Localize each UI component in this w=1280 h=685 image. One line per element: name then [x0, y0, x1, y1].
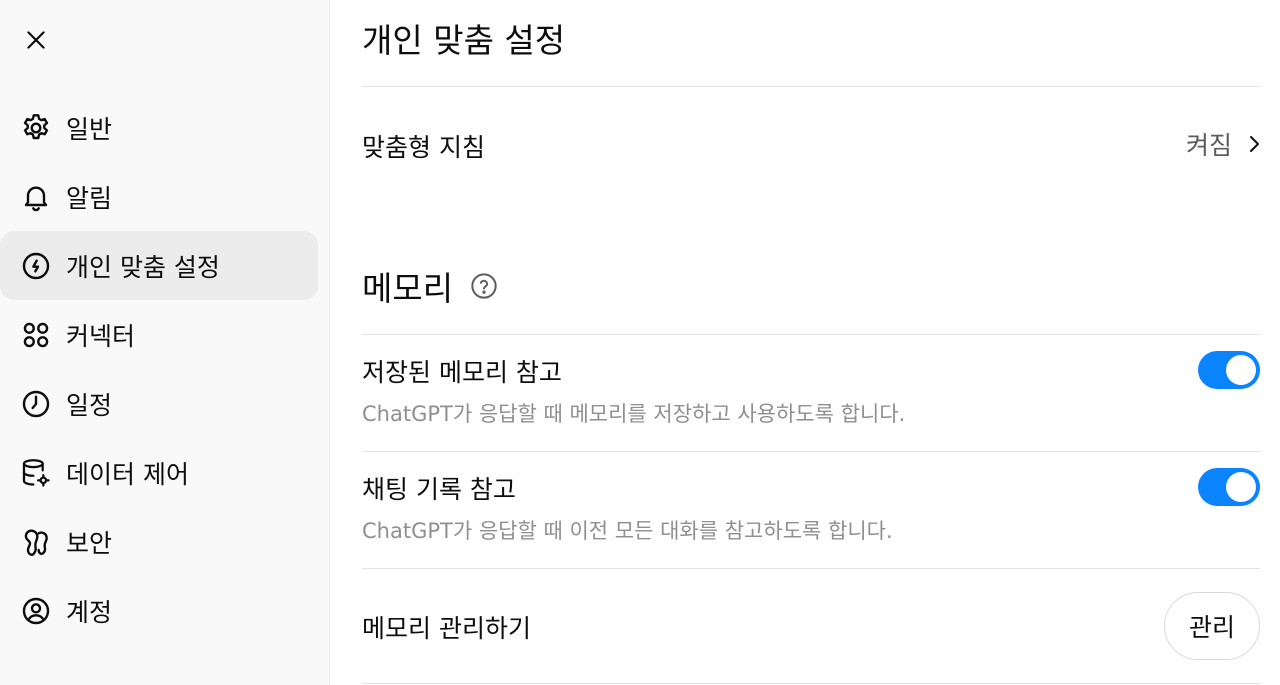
toggle-knob: [1226, 472, 1256, 502]
connectors-icon: [20, 319, 52, 351]
close-button[interactable]: [16, 20, 56, 60]
page-title: 개인 맞춤 설정: [362, 21, 566, 60]
database-gear-icon: [20, 457, 52, 489]
help-icon[interactable]: [469, 271, 499, 301]
saved-memory-description: ChatGPT가 응답할 때 메모리를 저장하고 사용하도록 합니다.: [362, 402, 906, 426]
sidebar-item-label: 일정: [66, 390, 113, 420]
sidebar-item-label: 커넥터: [66, 321, 136, 351]
sidebar-item-notifications[interactable]: 알림: [0, 162, 318, 231]
security-icon: [20, 526, 52, 558]
chat-history-toggle[interactable]: [1198, 468, 1260, 506]
toggle-knob: [1226, 355, 1256, 385]
sidebar-item-general[interactable]: 일반: [0, 93, 318, 162]
sidebar-item-label: 일반: [66, 114, 113, 144]
settings-sidebar: 일반 알림 개인 맞춤 설정 커넥터 일정 데이터 제어 보안 계정: [0, 0, 330, 685]
sidebar-item-label: 데이터 제어: [66, 459, 189, 489]
sidebar-item-label: 계정: [66, 597, 113, 627]
settings-modal: 일반 알림 개인 맞춤 설정 커넥터 일정 데이터 제어 보안 계정 개인 맞춤…: [0, 0, 1280, 685]
sidebar-item-personalization[interactable]: 개인 맞춤 설정: [0, 231, 318, 300]
divider: [362, 451, 1260, 452]
saved-memory-toggle[interactable]: [1198, 351, 1260, 389]
sidebar-item-account[interactable]: 계정: [0, 576, 318, 645]
custom-instructions-button[interactable]: 켜짐: [1186, 126, 1264, 162]
custom-instructions-label: 맞춤형 지침: [362, 133, 485, 162]
sidebar-item-label: 개인 맞춤 설정: [66, 252, 220, 282]
memory-section-header: 메모리: [362, 262, 499, 310]
bell-icon: [20, 181, 52, 213]
sidebar-item-schedule[interactable]: 일정: [0, 369, 318, 438]
saved-memory-label: 저장된 메모리 참고: [362, 358, 562, 387]
custom-instructions-status: 켜짐: [1185, 131, 1232, 160]
memory-section-title: 메모리: [362, 269, 454, 308]
divider: [362, 683, 1260, 684]
sidebar-item-data-controls[interactable]: 데이터 제어: [0, 438, 318, 507]
gear-icon: [20, 112, 52, 144]
chevron-right-icon: [1250, 136, 1259, 152]
sidebar-item-connectors[interactable]: 커넥터: [0, 300, 318, 369]
chat-history-label: 채팅 기록 참고: [362, 475, 516, 504]
sidebar-item-security[interactable]: 보안: [0, 507, 318, 576]
settings-nav: 일반 알림 개인 맞춤 설정 커넥터 일정 데이터 제어 보안 계정: [0, 93, 318, 645]
chat-history-description: ChatGPT가 응답할 때 이전 모든 대화를 참고하도록 합니다.: [362, 519, 893, 543]
personalization-icon: [20, 250, 52, 282]
sidebar-item-label: 알림: [66, 183, 113, 213]
settings-content: 개인 맞춤 설정 맞춤형 지침 켜짐 메모리 저장된 메모리 참고 ChatGP: [330, 0, 1280, 685]
close-icon: [27, 31, 45, 49]
manage-memory-label: 메모리 관리하기: [362, 614, 531, 643]
clock-icon: [20, 388, 52, 420]
user-circle-icon: [20, 595, 52, 627]
divider: [362, 334, 1260, 335]
divider: [362, 568, 1260, 569]
divider: [362, 86, 1260, 87]
manage-memory-button[interactable]: 관리: [1164, 592, 1260, 660]
sidebar-item-label: 보안: [66, 528, 113, 558]
